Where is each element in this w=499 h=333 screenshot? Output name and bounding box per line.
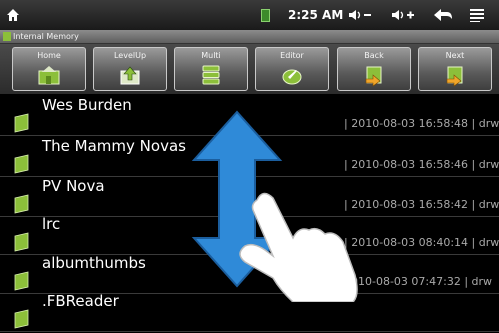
- menu-icon[interactable]: [462, 0, 492, 30]
- file-name: lrc: [42, 215, 61, 233]
- folder-icon: [14, 194, 32, 214]
- toolbar: Home LevelUp Multi Editor Back Next: [0, 44, 499, 94]
- folder-icon: [14, 271, 32, 291]
- home-icon[interactable]: [2, 0, 24, 30]
- list-item[interactable]: .FBReader: [0, 291, 499, 332]
- file-meta: | 2010-08-03 08:40:14 | drw: [344, 236, 499, 249]
- multi-button-label: Multi: [201, 51, 221, 60]
- file-name: .FBReader: [42, 292, 119, 310]
- folder-icon: [14, 154, 32, 174]
- volume-down-icon[interactable]: [345, 0, 377, 30]
- folder-icon: [14, 232, 32, 252]
- next-button[interactable]: Next: [418, 47, 492, 91]
- list-item[interactable]: Wes Burden | 2010-08-03 16:58:48 | drw: [0, 95, 499, 136]
- home-button-label: Home: [37, 51, 61, 60]
- next-folder-icon: [444, 65, 466, 91]
- multi-button[interactable]: Multi: [174, 47, 248, 91]
- home-folder-icon: [38, 65, 60, 89]
- list-item[interactable]: lrc | 2010-08-03 08:40:14 | drw: [0, 214, 499, 255]
- file-name: albumthumbs: [42, 254, 146, 272]
- file-list: Wes Burden | 2010-08-03 16:58:48 | drw T…: [0, 95, 499, 332]
- folder-icon: [14, 309, 32, 329]
- multi-select-icon: [200, 65, 222, 89]
- file-meta: 2010-08-03 07:47:32 | drw: [344, 275, 493, 288]
- editor-button-label: Editor: [280, 51, 304, 60]
- file-meta: | 2010-08-03 16:58:48 | drw: [344, 117, 499, 130]
- back-arrow-icon[interactable]: [428, 0, 458, 30]
- volume-up-icon[interactable]: [388, 0, 420, 30]
- file-meta: | 2010-08-03 16:58:46 | drw: [344, 158, 499, 171]
- level-up-icon: [119, 65, 141, 89]
- path-bar: Internal Memory: [0, 30, 499, 44]
- editor-icon: [281, 65, 303, 89]
- list-item[interactable]: The Mammy Novas | 2010-08-03 16:58:46 | …: [0, 136, 499, 177]
- list-item[interactable]: albumthumbs 2010-08-03 07:47:32 | drw: [0, 253, 499, 294]
- folder-icon: [3, 32, 11, 41]
- back-button-label: Back: [364, 51, 384, 60]
- back-folder-icon: [363, 65, 385, 91]
- folder-icon: [14, 113, 32, 133]
- level-up-button-label: LevelUp: [113, 51, 147, 60]
- list-item[interactable]: PV Nova | 2010-08-03 16:58:42 | drw: [0, 176, 499, 217]
- status-time: 2:25 AM: [288, 8, 344, 22]
- editor-button[interactable]: Editor: [255, 47, 329, 91]
- path-label: Internal Memory: [13, 32, 79, 41]
- home-button[interactable]: Home: [12, 47, 86, 91]
- file-name: The Mammy Novas: [42, 137, 186, 155]
- battery-icon: [258, 0, 272, 30]
- level-up-button[interactable]: LevelUp: [93, 47, 167, 91]
- file-name: PV Nova: [42, 177, 105, 195]
- next-button-label: Next: [445, 51, 465, 60]
- status-bar: 2:25 AM: [0, 0, 499, 30]
- back-button[interactable]: Back: [337, 47, 411, 91]
- file-name: Wes Burden: [42, 96, 132, 114]
- file-meta: | 2010-08-03 16:58:42 | drw: [344, 198, 499, 211]
